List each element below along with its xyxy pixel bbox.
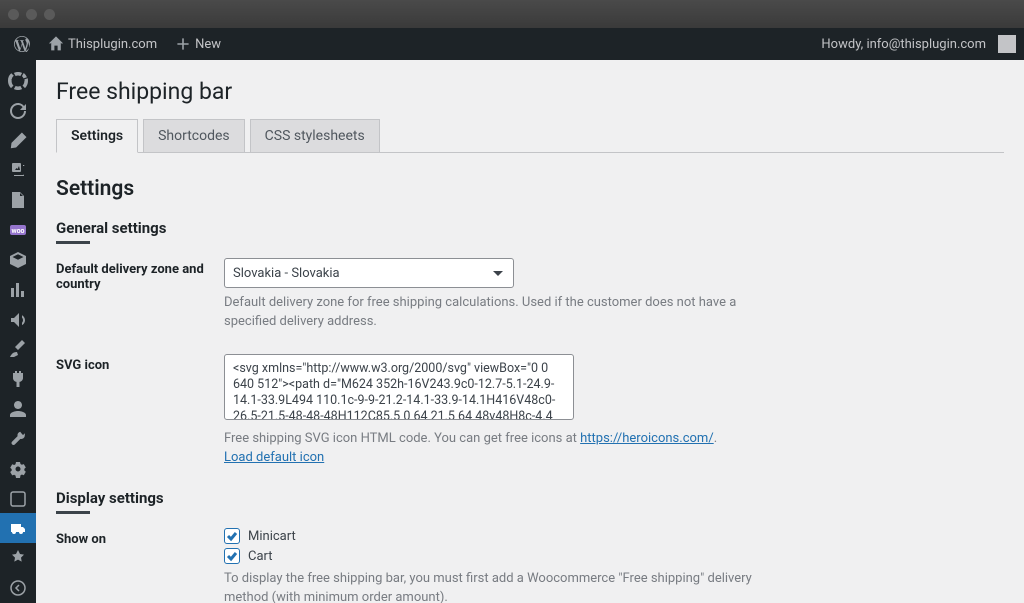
group-title-display: Display settings	[56, 489, 1004, 507]
tabs: Settings Shortcodes CSS stylesheets	[56, 119, 1004, 153]
sidebar-item-plugins[interactable]	[0, 364, 36, 394]
traffic-light-zoom[interactable]	[44, 9, 55, 20]
minicart-checkbox[interactable]	[224, 528, 240, 544]
show-on-label: Show on	[56, 528, 224, 603]
check-icon	[226, 550, 238, 562]
underline	[56, 511, 90, 514]
page-title: Free shipping bar	[56, 78, 1004, 105]
wordpress-icon	[14, 36, 30, 52]
admin-bar: Thisplugin.com New Howdy, info@thisplugi…	[0, 28, 1024, 60]
sidebar-item-dashboard[interactable]	[0, 66, 36, 96]
load-default-icon-link[interactable]: Load default icon	[224, 450, 324, 465]
admin-sidebar: woo	[0, 60, 36, 603]
wp-logo-menu[interactable]	[8, 36, 36, 52]
check-icon	[226, 530, 238, 542]
sidebar-item-posts[interactable]	[0, 126, 36, 156]
traffic-light-minimize[interactable]	[26, 9, 37, 20]
sidebar-item-settings-gear[interactable]	[0, 454, 36, 484]
show-on-description: To display the free shipping bar, you mu…	[224, 570, 784, 603]
sidebar-item-marketing[interactable]	[0, 305, 36, 335]
sidebar-item-woocommerce[interactable]: woo	[0, 215, 36, 245]
sidebar-item-free-shipping-bar[interactable]	[0, 513, 36, 543]
home-icon	[48, 36, 64, 52]
sidebar-item-generic-1[interactable]	[0, 484, 36, 514]
default-zone-description: Default delivery zone for free shipping …	[224, 294, 784, 332]
sidebar-item-collapse[interactable]	[0, 573, 36, 603]
tab-css-stylesheets[interactable]: CSS stylesheets	[250, 119, 380, 152]
sidebar-item-generic-2[interactable]	[0, 543, 36, 573]
svg-icon-textarea[interactable]	[224, 354, 574, 420]
site-name-link[interactable]: Thisplugin.com	[42, 36, 163, 52]
heroicons-link[interactable]: https://heroicons.com/	[580, 431, 714, 446]
new-content-link[interactable]: New	[169, 36, 227, 52]
svg-icon-description: Free shipping SVG icon HTML code. You ca…	[224, 430, 784, 468]
window-titlebar	[0, 0, 1024, 28]
cart-checkbox[interactable]	[224, 548, 240, 564]
tab-shortcodes[interactable]: Shortcodes	[143, 119, 245, 152]
default-zone-value: Slovakia - Slovakia	[233, 266, 340, 281]
sidebar-item-users[interactable]	[0, 394, 36, 424]
traffic-light-close[interactable]	[8, 9, 19, 20]
sidebar-item-analytics[interactable]	[0, 275, 36, 305]
svg-icon-label: SVG icon	[56, 354, 224, 468]
new-label: New	[195, 37, 221, 52]
minicart-label: Minicart	[248, 529, 296, 544]
site-name: Thisplugin.com	[68, 37, 157, 52]
default-zone-select[interactable]: Slovakia - Slovakia	[224, 258, 514, 288]
sidebar-item-tools[interactable]	[0, 424, 36, 454]
group-title-general: General settings	[56, 219, 1004, 237]
svg-text:woo: woo	[11, 227, 24, 235]
sidebar-item-pages[interactable]	[0, 185, 36, 215]
underline	[56, 241, 90, 244]
avatar[interactable]	[998, 35, 1016, 53]
howdy-link[interactable]: Howdy, info@thisplugin.com	[815, 37, 992, 52]
main-content: Free shipping bar Settings Shortcodes CS…	[36, 60, 1024, 603]
cart-label: Cart	[248, 549, 273, 564]
default-zone-label: Default delivery zone and country	[56, 258, 224, 332]
section-title: Settings	[56, 177, 1004, 201]
plus-icon	[175, 36, 191, 52]
sidebar-item-appearance[interactable]	[0, 334, 36, 364]
sidebar-item-products[interactable]	[0, 245, 36, 275]
sidebar-item-updates[interactable]	[0, 96, 36, 126]
tab-settings[interactable]: Settings	[56, 119, 138, 153]
howdy-text: Howdy, info@thisplugin.com	[821, 37, 986, 52]
sidebar-item-media[interactable]	[0, 155, 36, 185]
